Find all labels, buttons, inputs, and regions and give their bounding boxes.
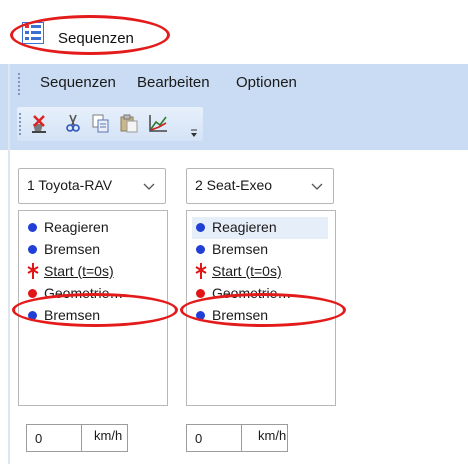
vehicle-dropdown-1-value: 1 Toyota-RAV bbox=[27, 177, 113, 193]
list-item-label: Bremsen bbox=[212, 241, 269, 257]
menu-optionen[interactable]: Optionen bbox=[236, 74, 297, 91]
annotation-oval-geometrie-1 bbox=[12, 293, 178, 327]
vehicle-dropdown-2[interactable]: 2 Seat-Exeo bbox=[186, 168, 334, 204]
chevron-down-icon bbox=[143, 179, 155, 191]
list-item-label: Bremsen bbox=[44, 241, 101, 257]
list-item[interactable]: Reagieren bbox=[192, 217, 328, 239]
speed-input-1[interactable]: 0 bbox=[26, 424, 82, 452]
menu-sequenzen[interactable]: Sequenzen bbox=[40, 74, 116, 91]
window-left-border bbox=[8, 64, 10, 464]
chart-icon[interactable] bbox=[147, 112, 169, 134]
blue-dot-icon bbox=[28, 245, 37, 254]
annotation-oval-title bbox=[10, 15, 170, 55]
start-marker-icon bbox=[194, 261, 208, 281]
speed-input-1-value: 0 bbox=[35, 431, 43, 446]
clear-icon[interactable] bbox=[30, 112, 52, 134]
red-dot-icon bbox=[28, 289, 37, 298]
blue-dot-icon bbox=[28, 223, 37, 232]
list-item[interactable]: Reagieren bbox=[24, 217, 160, 239]
list-item[interactable]: Start (t=0s) bbox=[24, 261, 160, 283]
copy-icon[interactable] bbox=[90, 112, 112, 134]
cut-icon[interactable] bbox=[62, 112, 84, 134]
blue-dot-icon bbox=[196, 245, 205, 254]
list-item-label: Start (t=0s) bbox=[212, 263, 282, 279]
speed-unit-2: km/h bbox=[258, 428, 287, 443]
list-item[interactable]: Start (t=0s) bbox=[192, 261, 328, 283]
blue-dot-icon bbox=[196, 223, 205, 232]
annotation-oval-geometrie-2 bbox=[180, 293, 346, 327]
overflow-chevron-icon[interactable] bbox=[188, 126, 200, 138]
vehicle-dropdown-1[interactable]: 1 Toyota-RAV bbox=[18, 168, 166, 204]
list-item-label: Reagieren bbox=[212, 219, 277, 235]
chevron-down-icon bbox=[311, 179, 323, 191]
paste-icon[interactable] bbox=[118, 112, 140, 134]
list-item-label: Reagieren bbox=[44, 219, 109, 235]
list-item[interactable]: Bremsen bbox=[24, 239, 160, 261]
start-marker-icon bbox=[26, 261, 40, 281]
menu-bearbeiten[interactable]: Bearbeiten bbox=[137, 74, 210, 91]
list-item[interactable]: Bremsen bbox=[192, 239, 328, 261]
list-item-label: Start (t=0s) bbox=[44, 263, 114, 279]
speed-input-2-value: 0 bbox=[195, 431, 203, 446]
red-dot-icon bbox=[196, 289, 205, 298]
toolbar-grip-handle[interactable] bbox=[19, 113, 21, 135]
menu-grip-handle[interactable] bbox=[18, 73, 20, 95]
speed-input-2[interactable]: 0 bbox=[186, 424, 242, 452]
vehicle-dropdown-2-value: 2 Seat-Exeo bbox=[195, 177, 273, 193]
speed-unit-1: km/h bbox=[94, 428, 123, 443]
